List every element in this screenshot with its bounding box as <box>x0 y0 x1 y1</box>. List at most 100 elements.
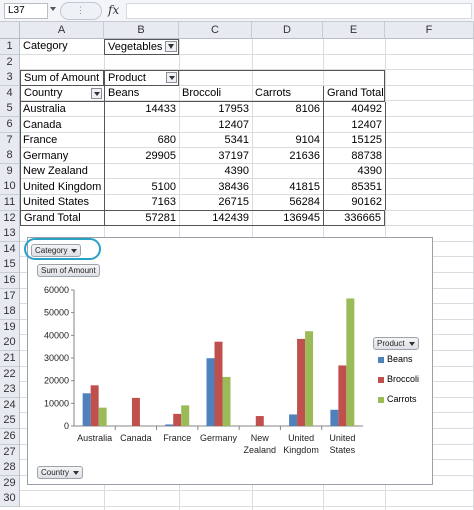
product-field-button[interactable]: Product <box>373 337 419 350</box>
legend-swatch <box>378 377 384 383</box>
row-label: Canada <box>23 119 62 131</box>
grand-total-broccoli: 142439 <box>179 210 252 226</box>
row-header[interactable]: 7 <box>0 133 20 149</box>
select-all-corner[interactable] <box>0 22 20 39</box>
chevron-down-icon <box>408 341 415 346</box>
x-tick-label: France <box>163 433 191 443</box>
legend-swatch <box>378 397 384 403</box>
col-header-carrots: Carrots <box>252 86 323 102</box>
pivot-value-cell: 680 <box>157 134 176 146</box>
row-header[interactable]: 17 <box>0 289 20 305</box>
column-header-e[interactable]: E <box>323 22 385 39</box>
col-header-grand-total: Grand Total <box>323 86 385 102</box>
x-tick-label: States <box>330 445 356 455</box>
row-header[interactable]: 1 <box>0 39 20 55</box>
pivot-value-cell: 15125 <box>351 134 382 146</box>
pivot-value-cell: 17953 <box>218 103 249 115</box>
column-header-a[interactable]: A <box>20 22 104 39</box>
column-header-f[interactable]: F <box>385 22 474 39</box>
row-header[interactable]: 22 <box>0 367 20 383</box>
row-header[interactable]: 24 <box>0 398 20 414</box>
row-header[interactable]: 4 <box>0 86 20 102</box>
bar-beans <box>82 393 91 426</box>
grand-total-beans: 57281 <box>104 210 179 226</box>
row-header[interactable]: 18 <box>0 304 20 320</box>
row-header[interactable]: 6 <box>0 117 20 133</box>
col-header-beans: Beans <box>104 86 179 102</box>
bar-broccoli <box>297 338 306 426</box>
row-header[interactable]: 2 <box>0 55 20 71</box>
y-tick-label: 30000 <box>44 353 69 363</box>
pivot-right-border <box>385 102 386 210</box>
pivot-value-cell: 4390 <box>224 165 249 177</box>
pivot-value-cell: 5341 <box>224 134 249 146</box>
bar-broccoli <box>90 385 99 426</box>
sum-of-amount-button[interactable]: Sum of Amount <box>37 264 100 277</box>
gridline <box>20 490 474 491</box>
filter-funnel-icon[interactable] <box>165 41 177 52</box>
formula-bar: L37 ⋮ fx <box>0 0 474 22</box>
row-label: New Zealand <box>23 165 88 177</box>
grand-total-carrots: 136945 <box>252 210 323 226</box>
row-header[interactable]: 26 <box>0 429 20 445</box>
name-box-dropdown-icon[interactable] <box>50 7 56 11</box>
bar-broccoli <box>173 413 182 426</box>
x-tick-label: Kingdom <box>283 445 319 455</box>
y-tick-label: 60000 <box>44 285 69 295</box>
row-header[interactable]: 11 <box>0 195 20 211</box>
country-field-button[interactable]: Country <box>37 466 84 479</box>
row-header[interactable]: 13 <box>0 226 20 242</box>
country-field-label: Country <box>41 468 70 477</box>
row-header[interactable]: 20 <box>0 335 20 351</box>
pivot-value-cell: 26715 <box>218 196 249 208</box>
pivot-value-cell: 8106 <box>295 103 320 115</box>
name-box[interactable]: L37 <box>4 3 48 19</box>
row-header[interactable]: 23 <box>0 382 20 398</box>
pivot-value-cell <box>104 164 179 180</box>
row-header[interactable]: 27 <box>0 445 20 461</box>
x-tick-label: New <box>251 433 270 443</box>
pivot-value-cell: 37197 <box>218 150 249 162</box>
row-header[interactable]: 12 <box>0 211 20 227</box>
x-tick-label: Australia <box>77 433 112 443</box>
product-dropdown-icon[interactable] <box>166 72 177 83</box>
row-header[interactable]: 30 <box>0 491 20 507</box>
legend-label: Broccoli <box>387 374 420 384</box>
row-header[interactable]: 16 <box>0 273 20 289</box>
country-dropdown-icon[interactable] <box>91 88 102 99</box>
pivot-value-cell: 7163 <box>151 196 176 208</box>
row-header[interactable]: 3 <box>0 70 20 86</box>
x-tick-label: United <box>288 433 314 443</box>
pivot-value-cell: 40492 <box>351 103 382 115</box>
column-header-b[interactable]: B <box>104 22 179 39</box>
insert-function-button[interactable]: fx <box>108 3 119 17</box>
legend-label: Beans <box>387 354 413 364</box>
row-header[interactable]: 10 <box>0 179 20 195</box>
row-header[interactable]: 15 <box>0 257 20 273</box>
column-header-d[interactable]: D <box>252 22 323 39</box>
pivot-chart[interactable]: 0 10000 20000 30000 40000 50000 60000 Australia… <box>27 237 433 485</box>
pivot-value-cell <box>252 118 323 134</box>
row-label: Germany <box>23 150 69 162</box>
row-header[interactable]: 8 <box>0 148 20 164</box>
row-header[interactable]: 25 <box>0 413 20 429</box>
pivot-value-cell: 29905 <box>145 150 176 162</box>
row-header[interactable]: 14 <box>0 242 20 258</box>
row-header[interactable]: 9 <box>0 164 20 180</box>
formula-input[interactable] <box>126 3 472 19</box>
x-tick-label: Canada <box>120 433 152 443</box>
row-header[interactable]: 5 <box>0 101 20 117</box>
filter-label[interactable]: Category <box>20 39 104 55</box>
y-tick-label: 10000 <box>44 398 69 408</box>
grand-total-label: Grand Total <box>20 210 104 226</box>
bar-broccoli <box>214 341 223 426</box>
row-header[interactable]: 29 <box>0 476 20 492</box>
pivot-value-cell: 38436 <box>218 181 249 193</box>
row-header[interactable]: 28 <box>0 460 20 476</box>
row-header[interactable]: 21 <box>0 351 20 367</box>
pivot-inner-border <box>323 102 324 210</box>
pivot-inner-border <box>104 102 105 210</box>
row-header[interactable]: 19 <box>0 320 20 336</box>
pivot-value-cell: 5100 <box>151 181 176 193</box>
column-header-c[interactable]: C <box>179 22 252 39</box>
